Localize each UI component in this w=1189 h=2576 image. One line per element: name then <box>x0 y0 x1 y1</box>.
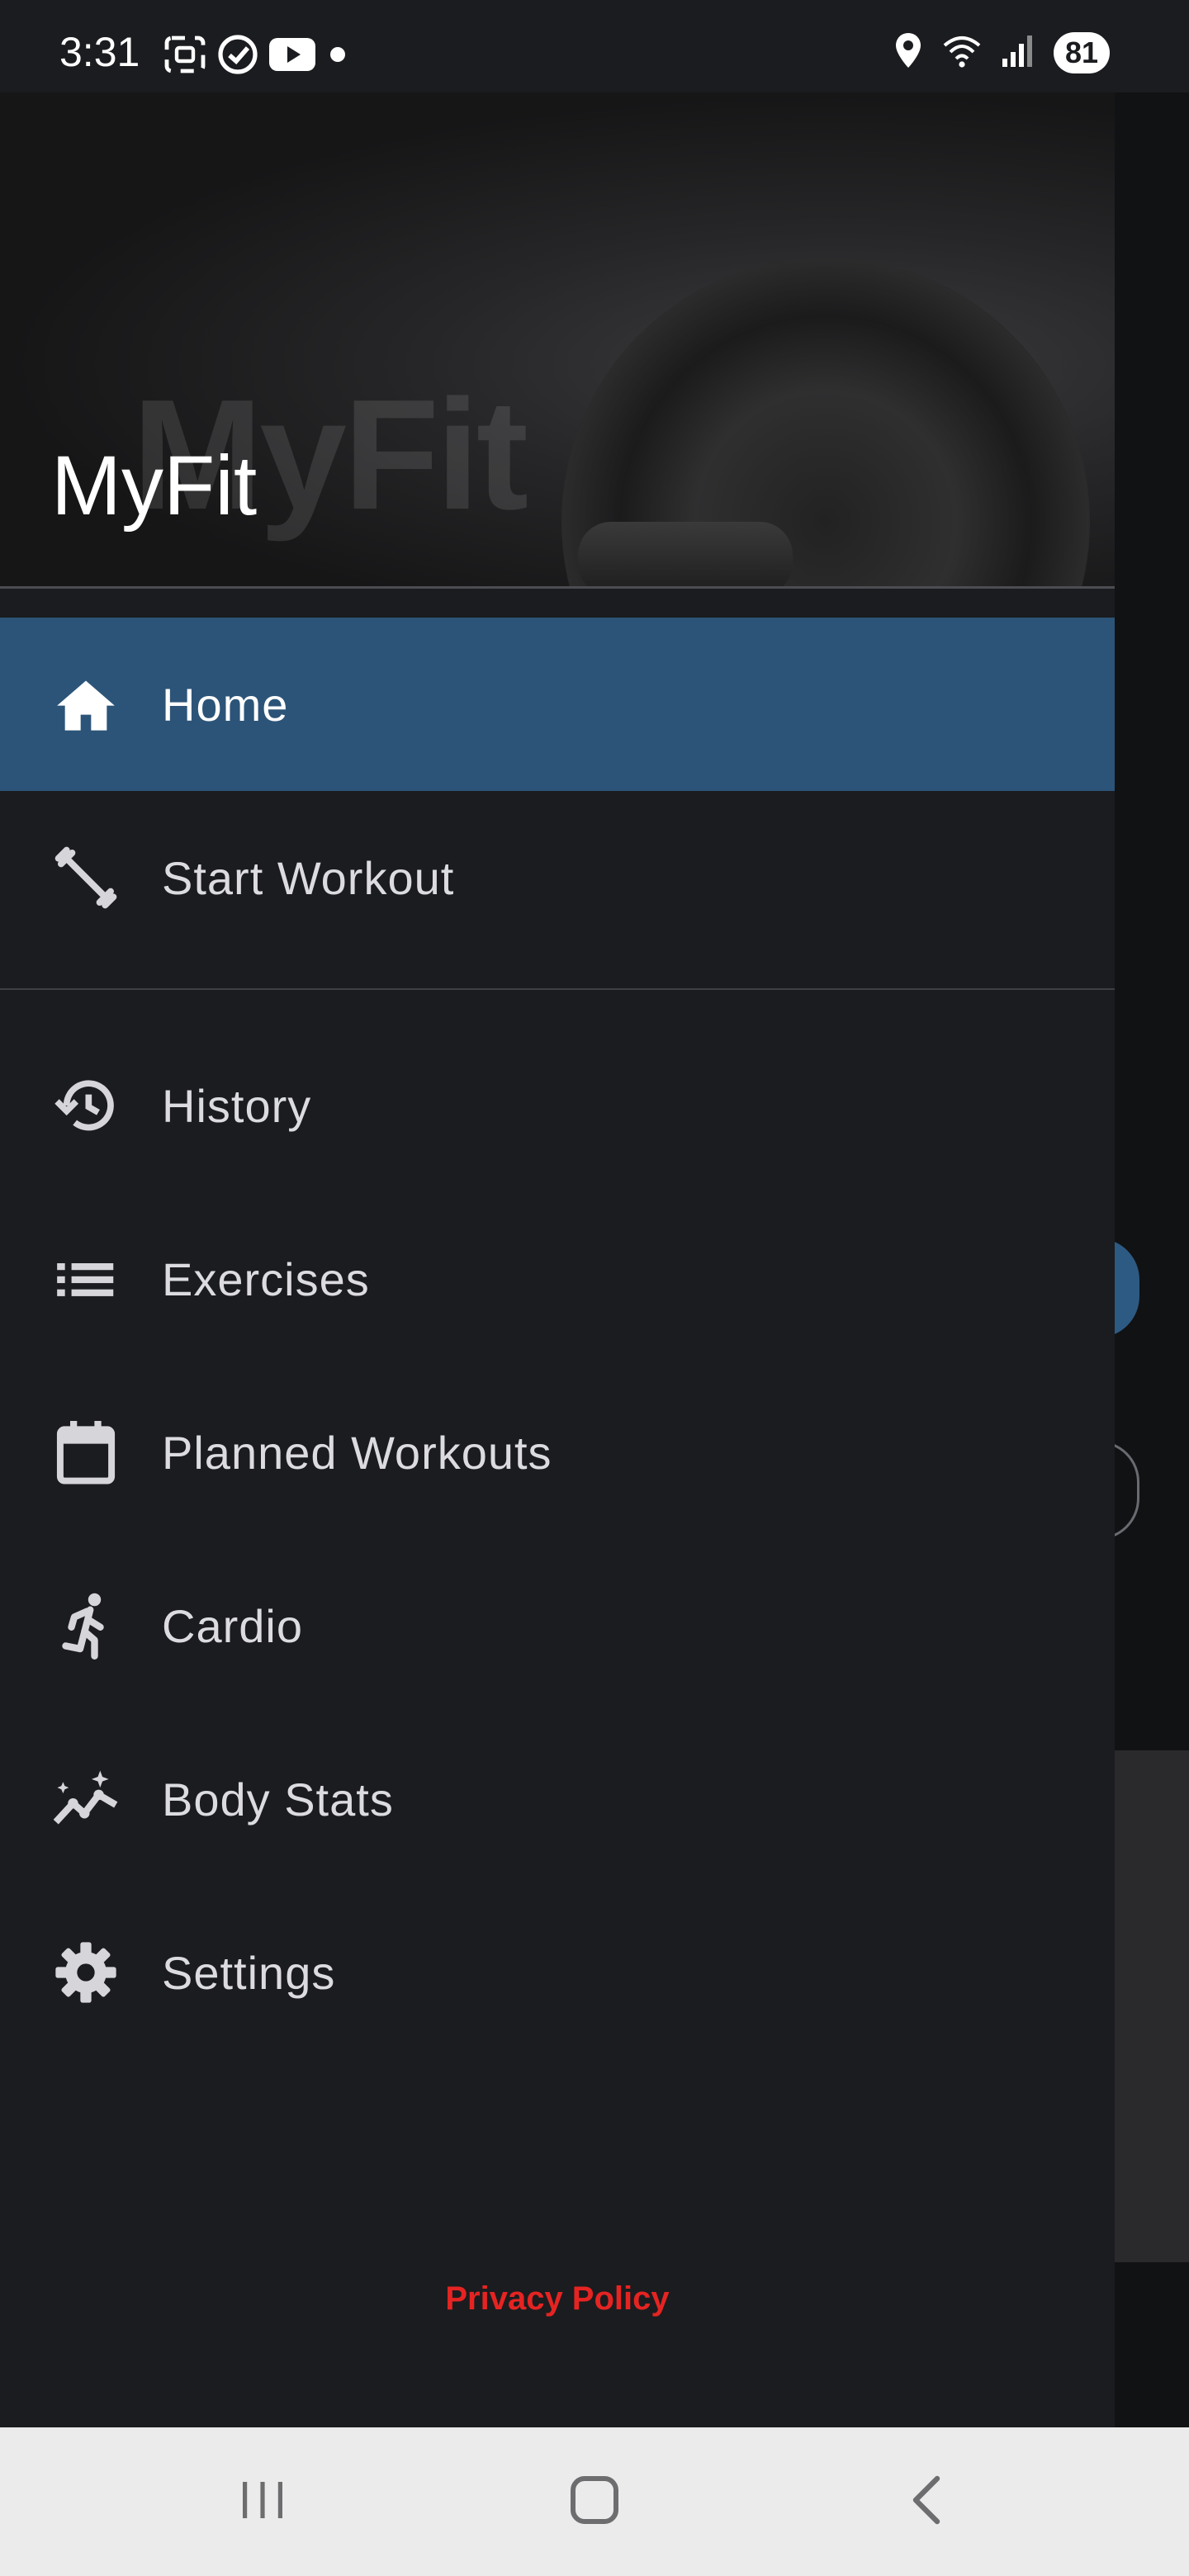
home-button[interactable] <box>512 2427 677 2576</box>
recent-apps-icon <box>236 2477 289 2527</box>
back-button[interactable] <box>844 2427 1009 2576</box>
home-icon <box>51 670 121 739</box>
menu-item-label: Exercises <box>162 1252 370 1305</box>
menu-item-label: History <box>162 1079 312 1132</box>
menu-item-body-stats[interactable]: Body Stats <box>0 1712 1115 1886</box>
wifi-icon <box>941 32 983 73</box>
status-time: 3:31 <box>59 29 140 75</box>
menu-item-label: Home <box>162 678 289 731</box>
check-circle-icon <box>216 33 259 80</box>
app-title: MyFit <box>51 438 258 533</box>
menu-item-cardio[interactable]: Cardio <box>0 1539 1115 1712</box>
menu-item-label: Settings <box>162 1946 336 1999</box>
navigation-drawer: MyFit MyFit Home Start Workout History E… <box>0 92 1115 2427</box>
system-navigation-bar <box>0 2427 1189 2576</box>
menu-item-settings[interactable]: Settings <box>0 1886 1115 2059</box>
header-barbell-image <box>578 522 793 588</box>
section-divider <box>0 988 1115 990</box>
home-outline-icon <box>568 2474 621 2531</box>
dumbbell-icon <box>51 843 121 912</box>
notification-dot-icon <box>325 42 350 71</box>
recent-apps-button[interactable] <box>180 2427 345 2576</box>
background-panel <box>1115 1750 1189 2262</box>
header-divider <box>0 586 1115 589</box>
calendar-icon <box>51 1418 121 1487</box>
menu-item-planned-workouts[interactable]: Planned Workouts <box>0 1366 1115 1539</box>
status-bar: 3:31 81 <box>0 0 1189 92</box>
signal-icon <box>1001 32 1035 73</box>
menu-item-home[interactable]: Home <box>0 618 1115 791</box>
location-icon <box>893 31 923 73</box>
stats-sparkle-icon <box>51 1764 121 1834</box>
menu-item-start-workout[interactable]: Start Workout <box>0 791 1115 964</box>
menu-item-label: Cardio <box>162 1599 303 1652</box>
back-chevron-icon <box>906 2474 947 2531</box>
menu-item-label: Body Stats <box>162 1773 394 1825</box>
youtube-icon <box>269 38 315 75</box>
running-icon <box>51 1591 121 1660</box>
menu-item-exercises[interactable]: Exercises <box>0 1192 1115 1366</box>
list-icon <box>51 1244 121 1314</box>
menu-item-label: Start Workout <box>162 851 455 904</box>
menu-item-history[interactable]: History <box>0 1019 1115 1192</box>
gear-icon <box>51 1938 121 2007</box>
privacy-policy-link[interactable]: Privacy Policy <box>0 2280 1115 2318</box>
history-icon <box>51 1071 121 1140</box>
menu-item-label: Planned Workouts <box>162 1426 552 1479</box>
battery-indicator: 81 <box>1053 31 1110 73</box>
screenshot-icon <box>163 35 206 78</box>
drawer-header: MyFit MyFit <box>0 92 1115 588</box>
